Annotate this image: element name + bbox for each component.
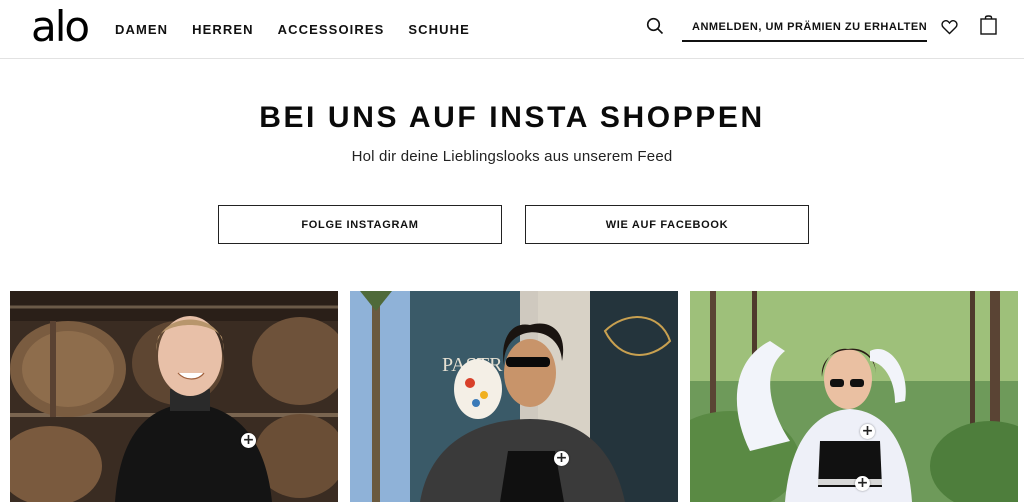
account-signin-label: ANMELDEN, UM PRÄMIEN ZU ERHALTEN	[692, 21, 928, 33]
search-icon[interactable]	[646, 17, 664, 35]
follow-instagram-button[interactable]: FOLGE INSTAGRAM	[218, 205, 502, 244]
post-image-3	[690, 291, 1018, 502]
product-tag-button[interactable]: +	[554, 451, 569, 466]
page-subtitle: Hol dir deine Lieblingslooks aus unserem…	[351, 148, 673, 165]
product-tag-button[interactable]: +	[241, 433, 256, 448]
brand-logo[interactable]: alo	[31, 2, 90, 52]
instagram-post-1[interactable]: +	[10, 291, 338, 502]
heart-icon[interactable]	[941, 19, 958, 35]
site-header: alo DAMEN HERREN ACCESSOIRES SCHUHE ANME…	[0, 0, 1024, 59]
nav-item-damen[interactable]: DAMEN	[115, 22, 168, 38]
main-nav: DAMEN HERREN ACCESSOIRES SCHUHE	[115, 22, 470, 38]
nav-item-schuhe[interactable]: SCHUHE	[408, 22, 470, 38]
page-title: BEI UNS AUF INSTA SHOPPEN	[259, 101, 765, 134]
account-signin-link[interactable]: ANMELDEN, UM PRÄMIEN ZU ERHALTEN	[682, 17, 927, 42]
instagram-post-3[interactable]: + +	[690, 291, 1018, 502]
post-image-1	[10, 291, 338, 502]
product-tag-button[interactable]: +	[860, 424, 875, 439]
bag-icon[interactable]	[980, 14, 997, 35]
post-image-2: PASTR	[350, 291, 678, 502]
product-tag-button[interactable]: +	[855, 476, 870, 491]
nav-item-herren[interactable]: HERREN	[192, 22, 254, 38]
instagram-post-2[interactable]: PASTR +	[350, 291, 678, 502]
facebook-button[interactable]: WIE AUF FACEBOOK	[525, 205, 809, 244]
nav-item-accessoires[interactable]: ACCESSOIRES	[278, 22, 385, 38]
